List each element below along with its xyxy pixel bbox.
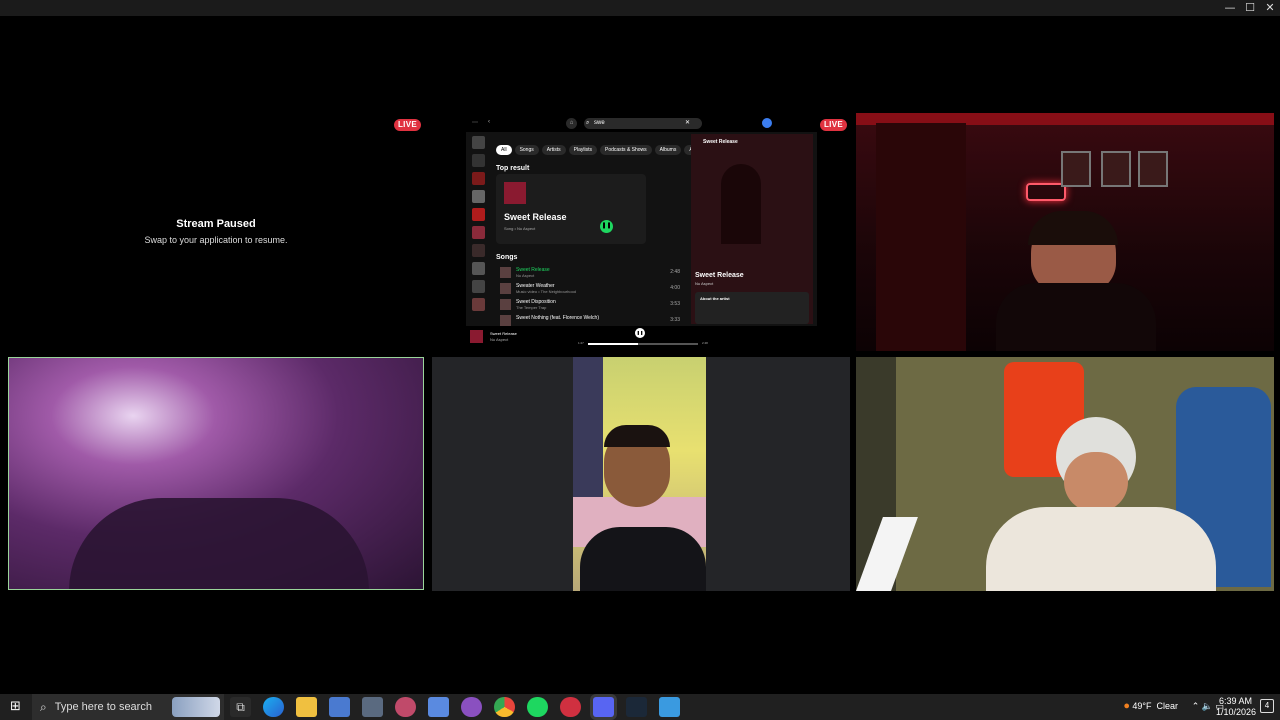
list-item[interactable]: Sweet Release Nu Aspect 2:48 [500, 266, 680, 280]
spotify-topbar: ⋯ ‹ ⌂ ⌕ swe ✕ [466, 116, 817, 132]
weather-text[interactable]: 49°F Clear [1132, 701, 1178, 711]
about-artist-heading: About the artist [700, 296, 730, 301]
live-badge: LIVE [394, 119, 421, 131]
player-bar: Sweet Release Nu Aspect ❚❚ 1:27 2:48 [466, 326, 817, 349]
search-placeholder: Type here to search [54, 701, 152, 713]
title-bar: — ☐ ✕ [0, 0, 1280, 16]
filter-chip[interactable]: Podcasts & Shows [599, 145, 652, 155]
panel-artist: Nu Aspect [695, 281, 714, 286]
player-artist: Nu Aspect [490, 337, 509, 342]
progress-bar[interactable] [588, 343, 698, 345]
top-result-card[interactable]: Sweet Release Song • Nu Aspect ❚❚ [496, 174, 646, 244]
pinned-apps: ⧉ [230, 697, 692, 717]
screen-share-tile[interactable]: ⋯ ‹ ⌂ ⌕ swe ✕ All Songs Artists Playlists Po… [466, 116, 817, 349]
home-icon[interactable]: ⌂ [566, 118, 577, 129]
clock-date[interactable]: 1/10/2026 [1216, 707, 1256, 717]
search-icon: ⌕ [586, 120, 590, 126]
app-icon[interactable] [395, 697, 416, 717]
album-art [504, 182, 526, 204]
weather-icon[interactable]: ● [1123, 700, 1130, 712]
notification-icon[interactable]: 4 [1260, 699, 1274, 713]
edge-icon[interactable] [263, 697, 284, 717]
top-result-title: Sweet Release [504, 212, 567, 222]
songs-heading: Songs [496, 254, 518, 261]
webcam-tile[interactable] [856, 113, 1274, 351]
stream-paused-title: Stream Paused [176, 218, 256, 230]
app-icon[interactable] [461, 697, 482, 717]
avatar[interactable] [762, 118, 772, 128]
steam-icon[interactable] [626, 697, 647, 717]
maximize-button[interactable]: ☐ [1240, 0, 1260, 16]
top-result-subtitle: Song • Nu Aspect [504, 226, 536, 231]
player-title: Sweet Release [490, 331, 517, 336]
song-artist: The Temper Trap [516, 305, 547, 310]
filter-chip[interactable]: All [496, 145, 512, 155]
artist-photo [721, 164, 761, 244]
close-button[interactable]: ✕ [1260, 0, 1280, 16]
app-icon[interactable] [329, 697, 350, 717]
webcam-tile[interactable] [432, 357, 850, 591]
live-badge: LIVE [820, 119, 847, 131]
list-item[interactable]: Sweet Disposition The Temper Trap 3:53 [500, 298, 680, 312]
now-playing-panel: Sweet Release Sweet Release Nu Aspect Ab… [691, 134, 813, 324]
webcam-tile-active[interactable] [8, 357, 424, 590]
filter-chip[interactable]: Playlists [568, 145, 597, 155]
search-value: swe [594, 120, 605, 126]
file-explorer-icon[interactable] [296, 697, 317, 717]
back-icon[interactable]: ‹ [488, 119, 490, 125]
about-artist-card[interactable]: About the artist [695, 292, 809, 324]
filter-chip[interactable]: Songs [514, 145, 539, 155]
list-item[interactable]: Sweater Weather Music video • The Neighbo… [500, 282, 680, 296]
song-duration: 2:48 [670, 269, 680, 275]
filter-chips: All Songs Artists Playlists Podcasts & Shows… [496, 138, 724, 156]
search-highlight-icon [172, 697, 220, 717]
top-result-heading: Top result [496, 165, 530, 172]
spotify-icon[interactable] [527, 697, 548, 717]
song-artist: Nu Aspect [516, 273, 535, 278]
stream-paused-subtitle: Swap to your application to resume. [144, 235, 288, 245]
taskbar: ⊞ ⌕ Type here to search ⧉ ● 49°F Clear ⌃… [0, 694, 1280, 720]
stream-paused-tile[interactable]: Stream Paused Swap to your application t… [8, 113, 424, 351]
filter-chip[interactable]: Artists [541, 145, 566, 155]
calculator-icon[interactable] [362, 697, 383, 717]
spotify-search-input[interactable]: ⌕ swe ✕ [584, 118, 702, 129]
app-icon[interactable] [560, 697, 581, 717]
app-icon[interactable] [428, 697, 449, 717]
elapsed-time: 1:27 [578, 341, 584, 345]
song-artist: Music video • The Neighbourhood [516, 289, 577, 294]
desktop: { "window": {"minimize": "—", "maximize"… [0, 0, 1280, 720]
filter-chip[interactable]: Albums [654, 145, 682, 155]
song-duration: 3:33 [670, 317, 680, 323]
webcam-tile[interactable] [856, 357, 1274, 591]
song-title: Sweet Nothing (feat. Florence Welch) [516, 315, 600, 321]
discord-icon[interactable] [593, 697, 614, 717]
app-icon[interactable] [659, 697, 680, 717]
library-rail [470, 136, 486, 326]
panel-header: Sweet Release [703, 139, 738, 145]
search-results: All Songs Artists Playlists Podcasts & Shows… [492, 134, 721, 326]
task-view-icon[interactable]: ⧉ [230, 697, 251, 717]
pause-icon[interactable]: ❚❚ [600, 220, 613, 233]
player-pause-button[interactable]: ❚❚ [635, 328, 645, 338]
clock-time[interactable]: 6:39 AM [1219, 696, 1252, 706]
search-icon: ⌕ [40, 699, 47, 714]
windows-start-icon[interactable]: ⊞ [10, 700, 21, 714]
clear-icon[interactable]: ✕ [685, 118, 690, 129]
chrome-icon[interactable] [494, 697, 515, 717]
total-time: 2:48 [702, 341, 708, 345]
player-album-art [470, 330, 483, 343]
taskbar-search-input[interactable]: ⌕ Type here to search [32, 694, 224, 720]
song-duration: 3:53 [670, 301, 680, 307]
more-icon[interactable]: ⋯ [472, 119, 478, 126]
minimize-button[interactable]: — [1220, 0, 1240, 16]
song-duration: 4:00 [670, 285, 680, 291]
panel-title: Sweet Release [695, 272, 744, 279]
